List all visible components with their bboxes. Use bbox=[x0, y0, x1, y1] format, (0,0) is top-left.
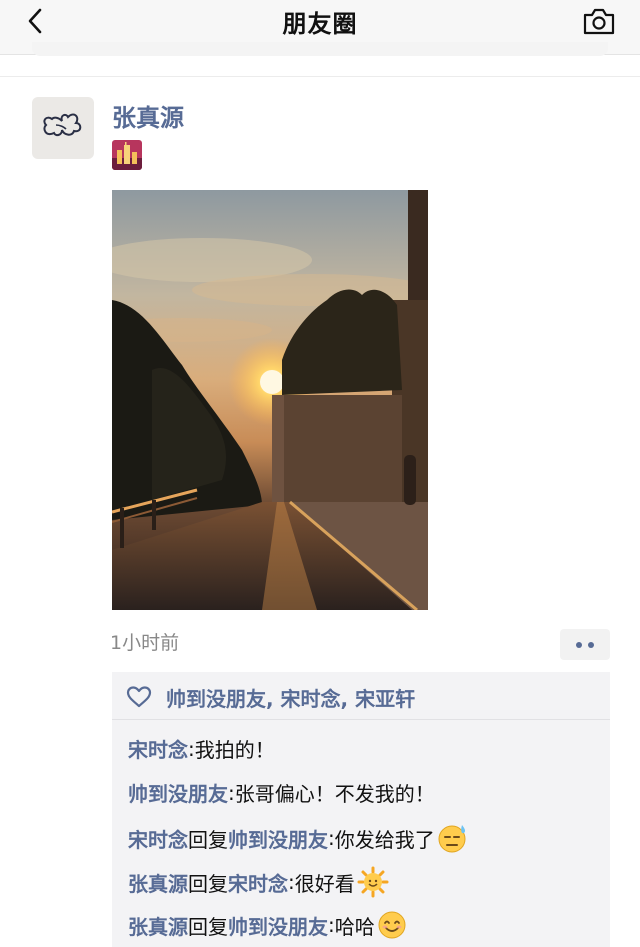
reply-word: 回复 bbox=[188, 871, 228, 896]
comment-item[interactable]: 张真源 回复 帅到没朋友: 哈哈 bbox=[128, 910, 407, 940]
reply-target[interactable]: 宋时念 bbox=[228, 868, 288, 897]
author-name[interactable]: 张真源 bbox=[112, 98, 184, 133]
butterfly-icon bbox=[43, 113, 82, 137]
comment-author[interactable]: 张真源 bbox=[128, 868, 188, 897]
smile-emoji bbox=[378, 911, 406, 939]
post-time: 1小时前 bbox=[110, 632, 180, 654]
comment-author[interactable]: 张真源 bbox=[128, 911, 188, 940]
comment-text: 哈哈 bbox=[334, 914, 375, 939]
likes-row: 帅到没朋友, 宋时念, 宋亚轩 bbox=[126, 682, 415, 712]
sweat-emoji bbox=[438, 825, 466, 853]
sun-emoji bbox=[357, 866, 389, 898]
comment-item[interactable]: 张真源 回复 宋时念: 很好看 bbox=[128, 866, 389, 898]
comment-text: 你发给我了 bbox=[334, 827, 435, 852]
comment-text: 我拍的！ bbox=[194, 738, 275, 762]
comment-separator: : bbox=[228, 780, 235, 805]
interaction-panel: 帅到没朋友, 宋时念, 宋亚轩 宋时念: 我拍的！ 帅到没朋友: 张哥偏心！不发… bbox=[112, 672, 610, 947]
more-dots-icon[interactable] bbox=[560, 629, 610, 660]
city-tag-icon bbox=[112, 140, 142, 170]
reply-word: 回复 bbox=[188, 914, 228, 939]
comment-author[interactable]: 帅到没朋友 bbox=[128, 778, 228, 807]
previous-post-edge bbox=[32, 42, 608, 56]
reply-target[interactable]: 帅到没朋友 bbox=[228, 824, 328, 853]
comment-separator: : bbox=[288, 870, 295, 894]
comment-author[interactable]: 宋时念 bbox=[128, 824, 188, 853]
camera-icon[interactable] bbox=[582, 6, 616, 36]
comment-text: 张哥偏心！不发我的！ bbox=[234, 782, 435, 806]
post-divider bbox=[0, 76, 640, 77]
comment-item[interactable]: 宋时念: 我拍的！ bbox=[128, 734, 275, 763]
likes-divider bbox=[112, 719, 610, 720]
sunset-street-photo bbox=[112, 190, 428, 610]
comment-text: 很好看 bbox=[294, 871, 355, 896]
heart-outline-icon bbox=[126, 686, 152, 708]
comment-item[interactable]: 宋时念 回复 帅到没朋友: 你发给我了 bbox=[128, 822, 469, 854]
reply-target[interactable]: 帅到没朋友 bbox=[228, 911, 328, 940]
post-photo[interactable] bbox=[112, 190, 428, 610]
comment-item[interactable]: 帅到没朋友: 张哥偏心！不发我的！ bbox=[128, 778, 435, 807]
page-title: 朋友圈 bbox=[282, 10, 358, 38]
like-names[interactable]: 帅到没朋友, 宋时念, 宋亚轩 bbox=[166, 683, 415, 712]
comment-author[interactable]: 宋时念 bbox=[128, 734, 188, 763]
avatar[interactable] bbox=[32, 97, 94, 159]
reply-word: 回复 bbox=[188, 827, 228, 852]
comment-separator: : bbox=[328, 913, 335, 937]
comment-separator: : bbox=[188, 736, 195, 761]
comment-separator: : bbox=[328, 826, 335, 850]
